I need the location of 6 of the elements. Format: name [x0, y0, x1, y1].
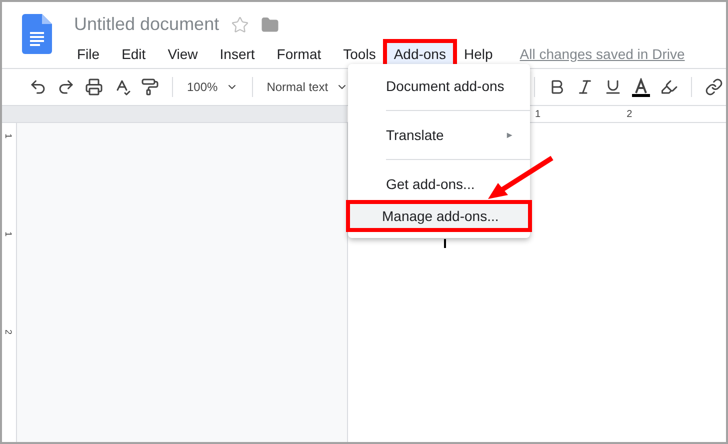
ruler-number: 2: [626, 108, 632, 120]
submenu-arrow: ►: [505, 130, 514, 140]
ruler-number: 1: [4, 134, 14, 138]
ruler-number: 1: [535, 108, 541, 120]
ruler-number: 1: [4, 232, 14, 236]
ruler-number: 2: [4, 330, 14, 334]
